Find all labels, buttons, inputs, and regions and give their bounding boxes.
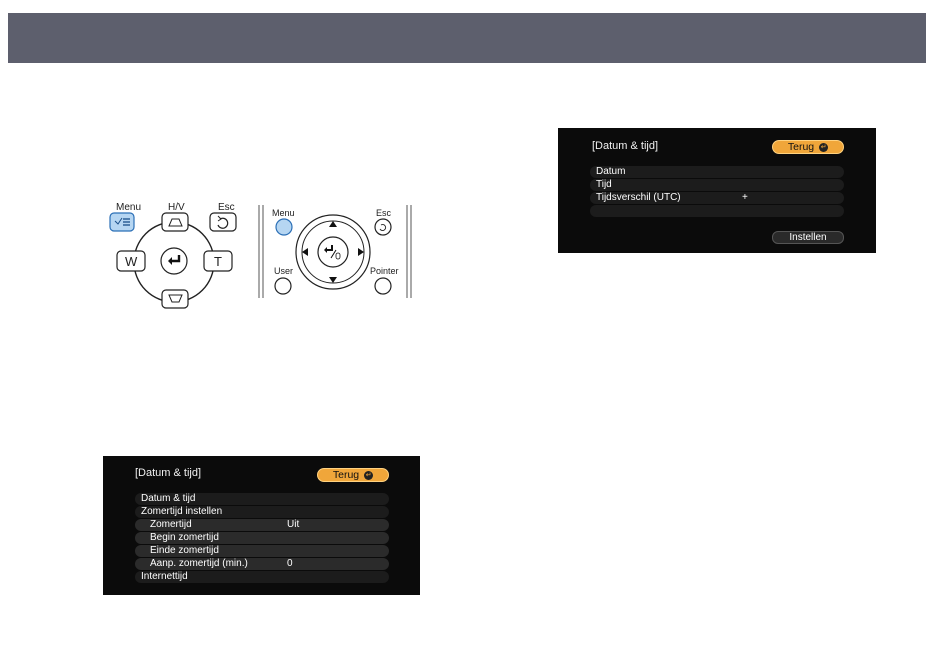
osd-main-row-label: Einde zomertijd (150, 545, 219, 556)
remote-left-t-label: T (214, 254, 222, 269)
osd-main-row-label: Zomertijd instellen (141, 506, 223, 517)
enter-icon: ↵ (819, 142, 829, 152)
remote-right-user-label: User (274, 266, 293, 276)
osd-entry-set-button[interactable]: Instellen (772, 231, 844, 244)
remote-left-esc-label: Esc (218, 202, 235, 213)
osd-main-datetime-menu: [Datum & tijd] Terug ↵ Datum & tijd Zome… (103, 456, 420, 595)
remote-right-menu-button[interactable] (275, 218, 293, 236)
osd-main-row-dst-end[interactable]: Einde zomertijd (135, 545, 389, 557)
remote-left-w-label: W (125, 254, 138, 269)
remote-left-esc-button[interactable] (209, 212, 237, 232)
osd-main-row-dst[interactable]: Zomertijd Uit (135, 519, 389, 531)
osd-entry-row-label: Datum (596, 166, 626, 177)
remote-svg: Menu H/V Esc W T Menu Esc User Pointer (109, 202, 412, 309)
osd-entry-row-label: Tijdsverschil (UTC) (596, 192, 681, 203)
osd-main-back-label: Terug (332, 469, 360, 481)
arrow-down-icon[interactable] (329, 277, 337, 283)
osd-main-row-dst-adjust[interactable]: Aanp. zomertijd (min.) 0 (135, 558, 389, 570)
osd-main-title: [Datum & tijd] (135, 467, 202, 479)
osd-entry-row-date[interactable]: Datum (590, 166, 844, 178)
remote-left-t-button[interactable]: T (203, 250, 233, 272)
osd-main-back-button[interactable]: Terug ↵ (317, 468, 389, 482)
remote-left-hv-label: H/V (168, 202, 185, 213)
osd-main-row-datetime[interactable]: Datum & tijd (135, 493, 389, 505)
remote-left-enter-button[interactable] (160, 247, 188, 275)
osd-entry-back-button[interactable]: Terug ↵ (772, 140, 844, 154)
osd-entry-back-label: Terug (787, 141, 815, 153)
osd-main-row-label: Internettijd (141, 571, 188, 582)
remote-left-menu-button[interactable] (109, 212, 135, 232)
remote-right-menu-label: Menu (272, 208, 295, 218)
osd-main-row-label: Begin zomertijd (150, 532, 219, 543)
remote-right-user-button[interactable] (274, 277, 292, 295)
osd-entry-title: [Datum & tijd] (592, 140, 659, 152)
arrow-up-icon[interactable] (329, 221, 337, 227)
remote-illustration: Menu H/V Esc W T Menu Esc User Pointer (100, 195, 420, 315)
remote-right-esc-label: Esc (376, 208, 392, 218)
remote-right-enter-button[interactable] (317, 236, 349, 268)
osd-entry-row-time[interactable]: Tijd (590, 179, 844, 191)
osd-main-row-dst-start[interactable]: Begin zomertijd (135, 532, 389, 544)
osd-main-row-label: Zomertijd (150, 519, 192, 530)
remote-left-w-button[interactable]: W (116, 250, 146, 272)
arrow-right-icon[interactable] (358, 248, 364, 256)
osd-entry-row-utc-offset[interactable]: Tijdsverschil (UTC) + (590, 192, 844, 204)
remote-right-esc-button[interactable] (374, 218, 392, 236)
osd-entry-row-label: Tijd (596, 179, 612, 190)
osd-entry-row-value: + (742, 192, 748, 203)
remote-left-keystone-down-button[interactable] (161, 289, 189, 309)
enter-icon: ↵ (364, 470, 374, 480)
arrow-left-icon[interactable] (302, 248, 308, 256)
osd-main-row-label: Datum & tijd (141, 493, 196, 504)
osd-main-row-dst-settings[interactable]: Zomertijd instellen (135, 506, 389, 518)
remote-left-hv-button[interactable] (161, 212, 189, 232)
osd-entry-set-label: Instellen (789, 232, 827, 243)
header-bar (8, 13, 926, 63)
osd-main-row-value: Uit (287, 519, 300, 530)
osd-main-row-value: 0 (287, 558, 293, 569)
remote-right-pointer-button[interactable] (374, 277, 392, 295)
osd-main-row-internet-time[interactable]: Internettijd (135, 571, 389, 583)
remote-right-pointer-label: Pointer (370, 266, 399, 276)
osd-main-row-label: Aanp. zomertijd (min.) (150, 558, 248, 569)
osd-datetime-entry-menu: [Datum & tijd] Terug ↵ Datum Tijd Tijdsv… (558, 128, 876, 253)
remote-left-menu-label: Menu (116, 202, 141, 213)
osd-entry-row-blank[interactable] (590, 205, 844, 217)
